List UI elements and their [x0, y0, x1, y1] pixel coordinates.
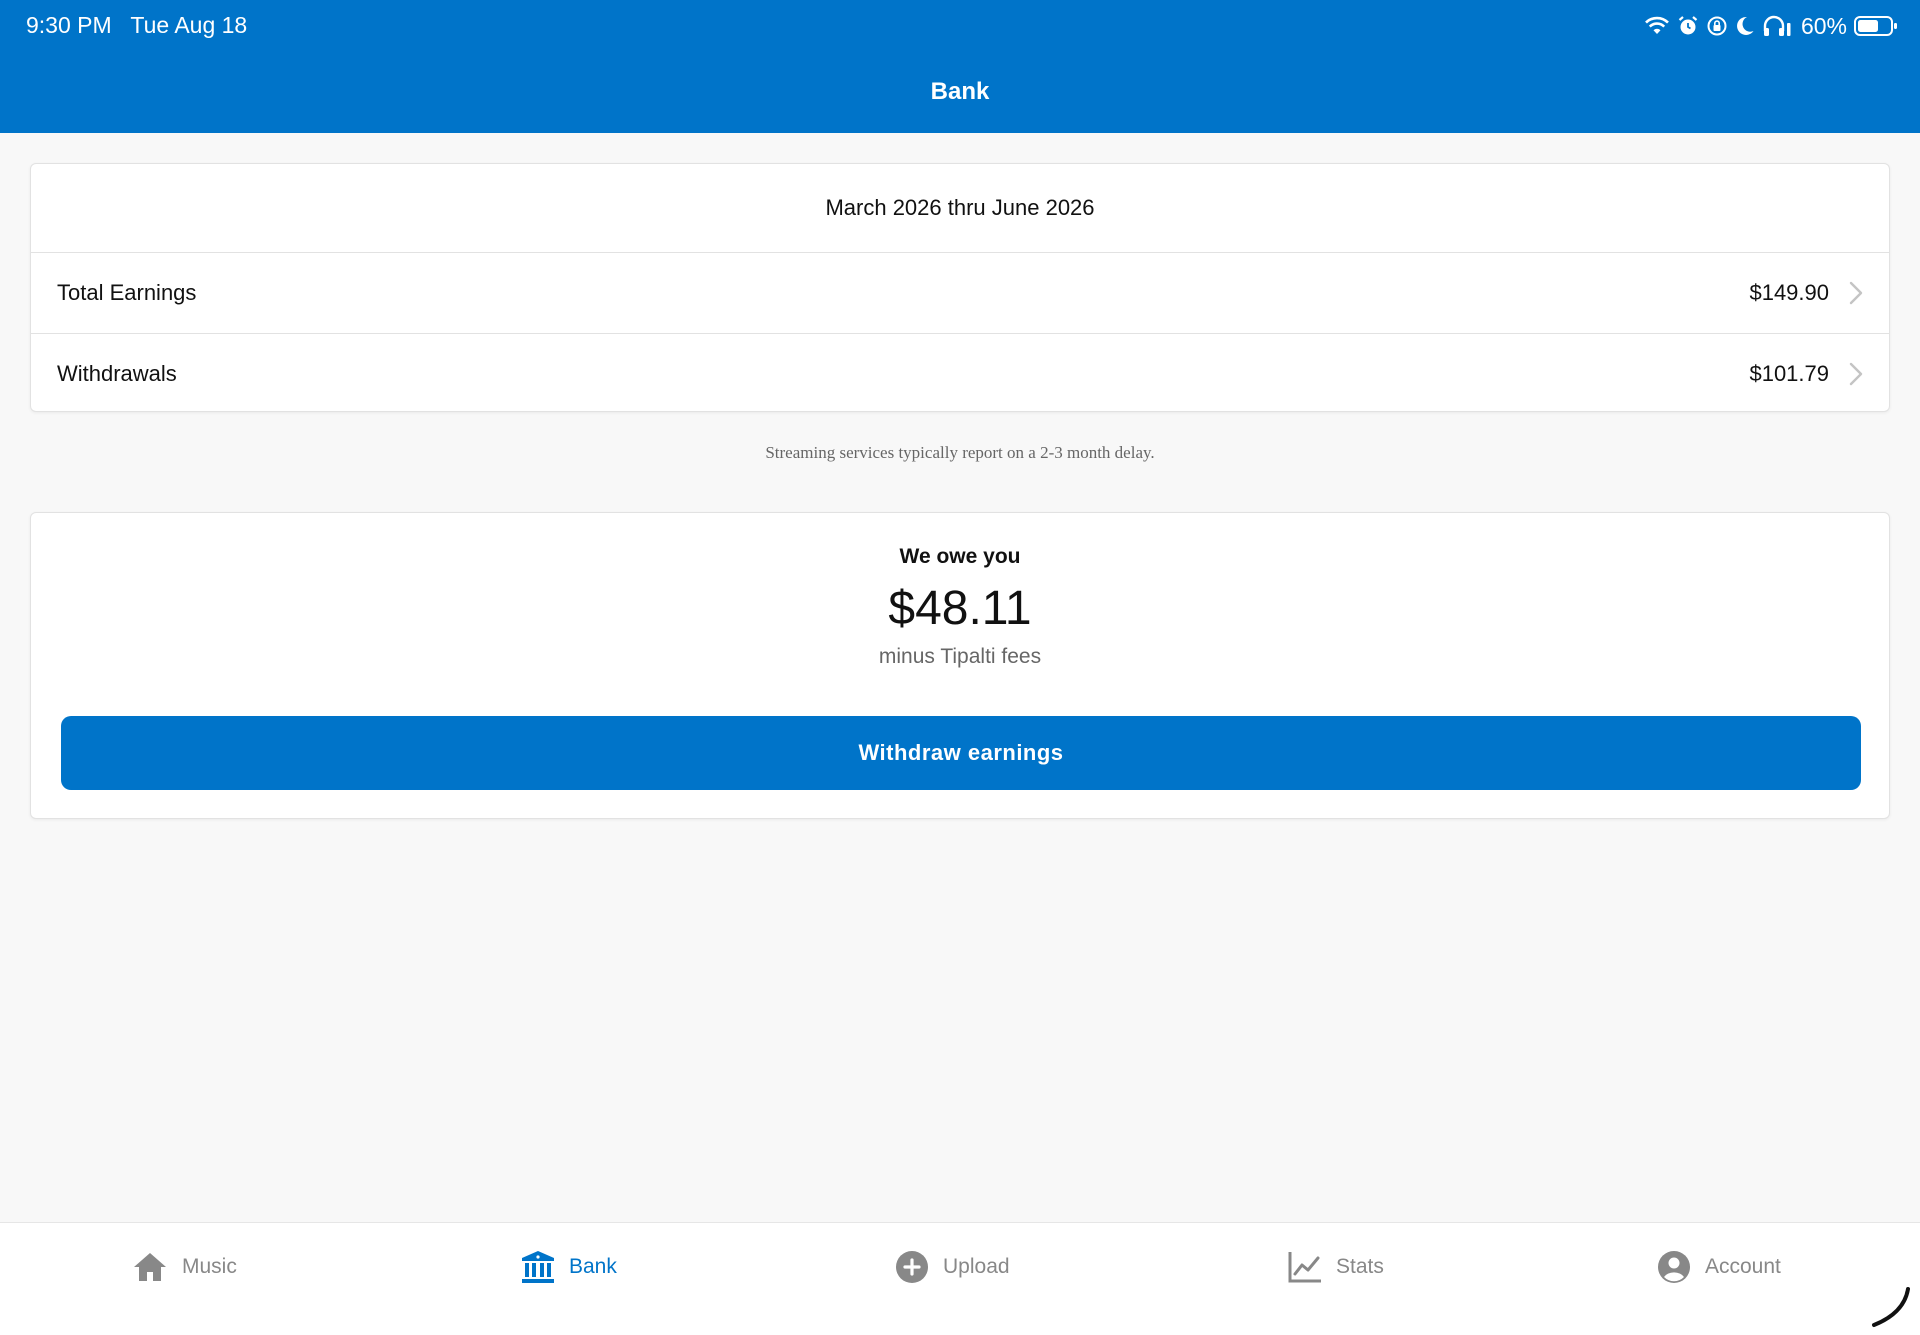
- tab-upload[interactable]: Upload: [895, 1247, 1010, 1287]
- user-circle-icon: [1658, 1251, 1690, 1283]
- withdrawals-row[interactable]: Withdrawals $101.79: [31, 333, 1889, 413]
- row-amount: $101.79: [1749, 360, 1829, 386]
- balance-subtitle: minus Tipalti fees: [878, 645, 1042, 668]
- tab-label: Bank: [569, 1255, 617, 1278]
- chevron-right-icon: [1849, 281, 1863, 305]
- headphones-icon: [1763, 15, 1791, 36]
- top-bar: 9:30 PM Tue Aug 18 60% Bank: [0, 0, 1920, 133]
- balance-card: We owe you $48.11 minus Tipalti fees Wit…: [30, 512, 1890, 819]
- alarm-icon: [1678, 16, 1698, 35]
- plus-circle-icon: [896, 1251, 928, 1283]
- wifi-icon: [1645, 16, 1669, 34]
- balance-amount: $48.11: [888, 582, 1032, 635]
- page-title: Bank: [930, 78, 990, 105]
- battery-icon: [1854, 16, 1897, 36]
- tab-label: Upload: [943, 1255, 1010, 1278]
- total-earnings-row[interactable]: Total Earnings $149.90: [31, 253, 1889, 333]
- orientation-lock-icon: [1707, 16, 1727, 36]
- row-label: Total Earnings: [57, 280, 197, 305]
- status-clock: 9:30 PM: [26, 12, 112, 38]
- chevron-right-icon: [1849, 362, 1863, 385]
- period-label: March 2026 thru June 2026: [31, 164, 1889, 253]
- withdraw-earnings-button[interactable]: Withdraw earnings: [61, 716, 1861, 790]
- tab-label: Account: [1705, 1255, 1781, 1278]
- tab-label: Music: [182, 1255, 237, 1278]
- home-indicator-icon: [1872, 1287, 1910, 1327]
- balance-title: We owe you: [899, 545, 1021, 568]
- earnings-summary-card: March 2026 thru June 2026 Total Earnings…: [30, 163, 1890, 412]
- status-date: Tue Aug 18: [130, 12, 248, 38]
- tab-bar: Music Bank Upload Stats Account: [0, 1222, 1920, 1335]
- status-time: 9:30 PM Tue Aug 18: [26, 12, 247, 39]
- reporting-delay-note: Streaming services typically report on a…: [765, 443, 1155, 462]
- moon-icon: [1737, 16, 1754, 35]
- battery-percent: 60%: [1800, 12, 1847, 39]
- tab-bank[interactable]: Bank: [521, 1247, 617, 1287]
- row-label: Withdrawals: [57, 360, 177, 386]
- tab-stats[interactable]: Stats: [1288, 1247, 1384, 1287]
- home-icon: [134, 1253, 166, 1281]
- tab-music[interactable]: Music: [132, 1247, 237, 1287]
- tab-account[interactable]: Account: [1657, 1247, 1781, 1287]
- status-icons: 60%: [1644, 10, 1898, 42]
- chart-line-icon: [1288, 1252, 1321, 1283]
- tab-label: Stats: [1336, 1255, 1384, 1278]
- row-amount: $149.90: [1749, 280, 1829, 305]
- bank-icon: [522, 1251, 554, 1283]
